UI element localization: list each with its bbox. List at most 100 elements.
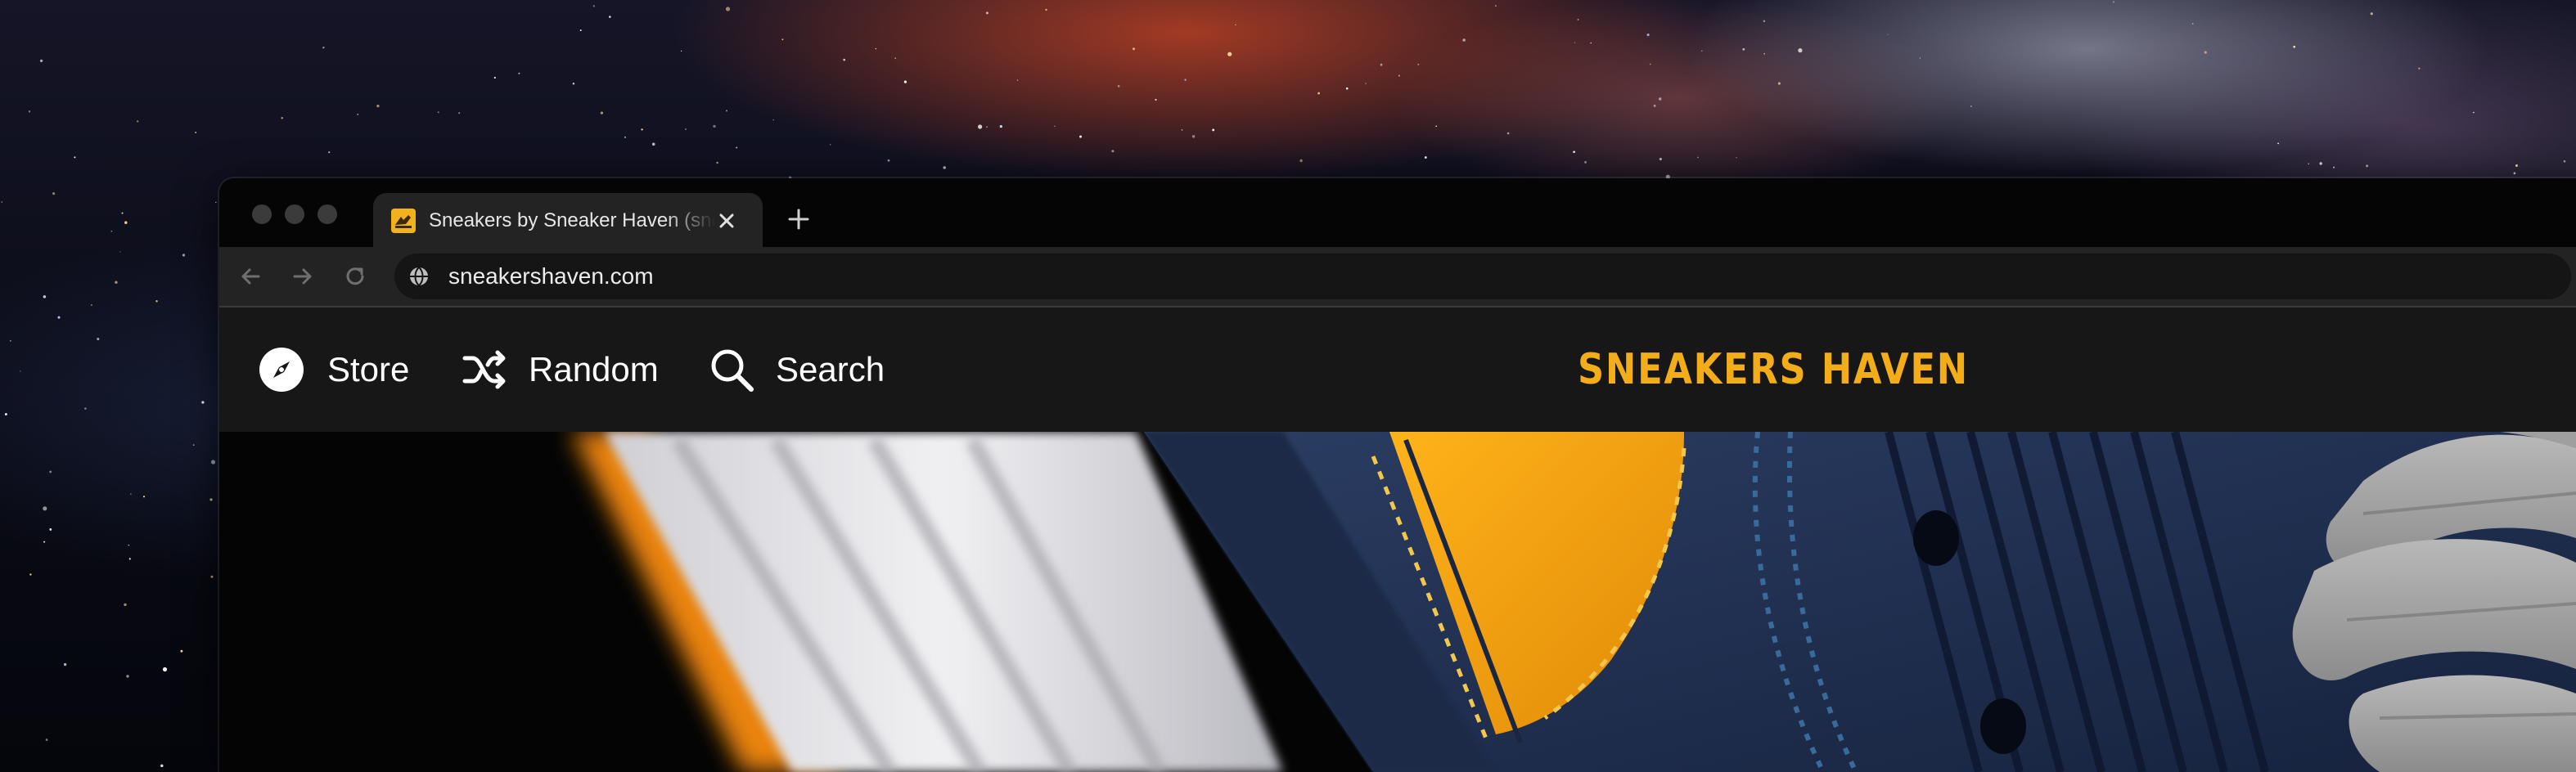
star [772,119,774,121]
star [458,112,461,114]
star [2513,172,2516,175]
nav-search-link[interactable]: Search [709,339,889,401]
star [162,667,168,672]
star [713,124,716,128]
star [9,339,11,342]
star [2515,164,2518,167]
star [195,132,197,133]
star [1577,18,1579,20]
star [781,38,784,41]
star [2319,162,2322,165]
star [1919,57,1921,59]
star [1495,5,1497,7]
site-header: Store Random Search SNEAKERS HAVEN [219,307,2576,432]
star [1590,42,1592,44]
site-logo[interactable]: SNEAKERS HAVEN [1578,345,1967,394]
star [1016,79,1019,81]
star [1191,135,1196,138]
star [624,136,626,138]
star [281,117,283,119]
star [1181,129,1183,131]
star [1763,20,1766,23]
nav-store-label: Store [327,350,410,388]
star [894,57,896,59]
close-tab-icon[interactable] [712,206,741,236]
star [1345,87,1349,90]
star [209,498,213,501]
star [608,16,611,18]
star [43,295,47,298]
star [124,603,127,607]
star [1506,132,1510,135]
star [142,496,146,498]
browser-window: Sneakers by Sneaker Haven (sneakershaven… [219,178,2576,772]
star [40,59,43,62]
star [985,11,989,15]
star [1435,125,1438,128]
nav-random-label: Random [529,350,659,388]
window-minimize-button[interactable] [285,204,304,224]
star [572,82,575,85]
star [830,144,831,146]
star [592,5,595,7]
star [716,161,718,164]
star [2308,163,2310,165]
star [84,407,87,410]
star [1117,85,1120,88]
star [725,7,731,11]
reload-icon[interactable] [340,262,370,291]
star [1777,82,1781,85]
tab-strip: Sneakers by Sneaker Haven (sneakershaven… [219,178,2576,247]
nav-store-link[interactable]: Store [259,339,409,401]
search-icon [711,349,754,392]
star [130,493,132,495]
star [57,316,61,319]
star [685,128,687,130]
star [2418,67,2421,70]
star [1079,135,1082,138]
star [1701,50,1703,52]
address-bar[interactable]: sneakershaven.com [394,254,2571,299]
star [1227,52,1232,56]
star [736,146,738,149]
window-zoom-button[interactable] [317,204,337,224]
globe-icon [408,265,430,288]
star [136,120,139,123]
star [680,50,682,52]
star [357,113,359,115]
star [155,300,158,303]
star [2293,45,2295,48]
star [1054,125,1056,127]
star [215,201,217,204]
back-arrow-icon[interactable] [236,262,265,291]
star [1742,47,1745,51]
star [2191,23,2194,25]
star [126,675,129,678]
star [4,413,7,415]
star [641,128,643,131]
star [903,80,907,83]
star [518,72,520,74]
new-tab-icon[interactable] [784,204,813,234]
star [1380,63,1383,66]
star [600,111,604,114]
star [986,126,988,128]
url-text[interactable]: sneakershaven.com [448,262,654,291]
nav-random-link[interactable]: Random [462,339,659,401]
star [1659,157,1662,161]
star [1798,48,1803,53]
star [651,142,655,146]
star [887,159,890,162]
forward-arrow-icon[interactable] [288,262,317,291]
browser-tab-active[interactable]: Sneakers by Sneaker Haven (sneakershaven… [373,193,763,247]
star [2370,12,2373,16]
star [493,76,496,79]
star [726,110,727,112]
star [43,506,47,511]
window-close-button[interactable] [252,204,272,224]
star [119,251,121,253]
star [1573,150,1575,154]
star [1697,156,1699,159]
star [49,527,52,531]
star [43,541,46,543]
